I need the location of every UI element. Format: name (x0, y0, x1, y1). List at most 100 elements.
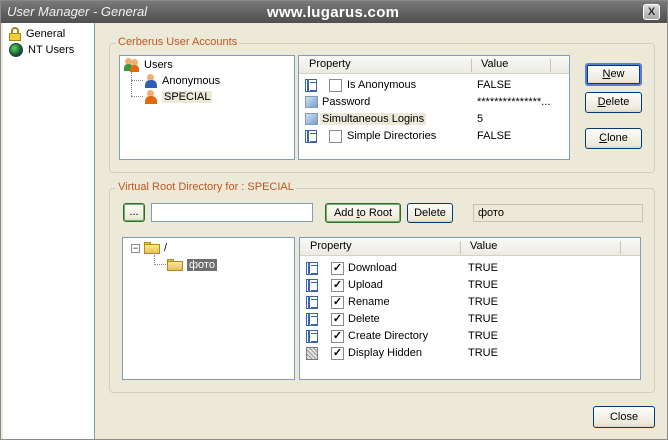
list-icon (305, 130, 317, 143)
grid-row[interactable]: ✓ Rename TRUE (300, 294, 640, 311)
sidebar-item-general[interactable]: General (9, 26, 65, 42)
property-value: TRUE (468, 347, 498, 359)
shaded-icon (306, 347, 318, 360)
grid-row[interactable]: Simultaneous Logins 5 (299, 111, 569, 128)
button-label: elete (605, 96, 630, 108)
property-value: TRUE (468, 313, 498, 325)
column-header-value[interactable]: Value (470, 240, 497, 252)
tree-item-users[interactable]: Users (124, 57, 173, 73)
globe-icon (9, 43, 23, 57)
users-tree[interactable]: Users Anonymous SPECIAL (119, 55, 295, 160)
property-name: Password (322, 96, 371, 108)
new-button[interactable]: New (585, 63, 642, 86)
browse-button[interactable]: ... (123, 203, 145, 222)
simple-directories-checkbox[interactable] (329, 130, 342, 143)
tree-item-special[interactable]: SPECIAL (144, 89, 213, 105)
property-name: Display Hidden (348, 347, 422, 359)
folder-icon (144, 242, 160, 254)
grid-row[interactable]: Password ***************... (299, 94, 569, 111)
delete-checkbox[interactable]: ✓ (331, 313, 344, 326)
button-label: lone (607, 132, 628, 144)
button-mnemonic: D (597, 96, 606, 108)
create-directory-checkbox[interactable]: ✓ (331, 330, 344, 343)
path-input[interactable] (151, 203, 313, 222)
grid-header: Property Value (299, 56, 569, 74)
button-mnemonic: C (599, 132, 608, 144)
tree-item-foto[interactable]: фото (167, 257, 217, 273)
list-icon (305, 79, 317, 92)
property-name: Is Anonymous (347, 79, 417, 91)
list-icon (306, 313, 318, 326)
list-icon (306, 279, 318, 292)
sidebar-item-nt-users[interactable]: NT Users (9, 42, 74, 58)
button-label: o Root (359, 207, 393, 219)
grid-row[interactable]: ✓ Create Directory TRUE (300, 328, 640, 345)
clone-button[interactable]: Clone (585, 128, 642, 149)
grid-row[interactable]: ✓ Download TRUE (300, 260, 640, 277)
rename-checkbox[interactable]: ✓ (331, 296, 344, 309)
delete-account-button[interactable]: Delete (585, 92, 642, 113)
property-value: 5 (477, 113, 484, 125)
tree-item-root[interactable]: − / (131, 240, 167, 256)
property-name: Rename (348, 296, 390, 308)
display-hidden-checkbox[interactable]: ✓ (331, 347, 344, 360)
sidebar: General NT Users (3, 23, 95, 439)
virtual-root-group-label: Virtual Root Directory for : SPECIAL (116, 181, 296, 193)
is-anonymous-checkbox[interactable] (329, 79, 342, 92)
property-name: Simultaneous Logins (320, 113, 427, 125)
tree-item-label: SPECIAL (162, 91, 213, 103)
watermark-text: www.lugarus.com (267, 4, 400, 21)
title-bar[interactable]: User Manager - General www.lugarus.com X (1, 1, 667, 23)
property-value: TRUE (468, 279, 498, 291)
edit-icon (305, 113, 318, 125)
button-label: ew (610, 68, 625, 80)
column-header-value[interactable]: Value (481, 58, 508, 70)
collapse-icon[interactable]: − (131, 243, 140, 253)
download-checkbox[interactable]: ✓ (331, 262, 344, 275)
users-icon (124, 58, 140, 72)
property-value: FALSE (477, 79, 512, 91)
upload-checkbox[interactable]: ✓ (331, 279, 344, 292)
property-value: ***************... (477, 96, 551, 108)
list-icon (306, 262, 318, 275)
folder-icon (167, 259, 183, 271)
column-header-property[interactable]: Property (310, 240, 352, 252)
close-button[interactable]: Close (593, 406, 655, 428)
property-value: TRUE (468, 296, 498, 308)
grid-row[interactable]: Is Anonymous FALSE (299, 77, 569, 94)
tree-item-label: Users (144, 59, 173, 71)
property-name: Create Directory (348, 330, 429, 342)
property-name: Upload (348, 279, 383, 291)
user-icon (144, 74, 158, 88)
sidebar-item-label: General (26, 28, 66, 40)
account-properties-grid[interactable]: Property Value Is Anonymous FALSE Passwo… (298, 55, 570, 160)
delete-root-button[interactable]: Delete (407, 203, 453, 223)
column-header-property[interactable]: Property (309, 58, 351, 70)
user-icon (144, 90, 158, 104)
list-icon (306, 296, 318, 309)
property-name: Download (348, 262, 397, 274)
property-value: FALSE (477, 130, 512, 142)
grid-row[interactable]: ✓ Delete TRUE (300, 311, 640, 328)
property-name: Simple Directories (347, 130, 437, 142)
tree-item-label: / (164, 242, 168, 254)
close-window-button[interactable]: X (643, 4, 660, 20)
close-icon: X (647, 6, 656, 18)
grid-row[interactable]: Simple Directories FALSE (299, 128, 569, 145)
grid-row[interactable]: ✓ Upload TRUE (300, 277, 640, 294)
edit-icon (305, 96, 318, 108)
user-manager-window: User Manager - General www.lugarus.com X… (0, 0, 668, 440)
tree-item-label: Anonymous (162, 75, 221, 87)
directory-tree[interactable]: − / фото (122, 237, 295, 380)
tree-item-label: фото (187, 259, 217, 271)
grid-row[interactable]: ✓ Display Hidden TRUE (300, 345, 640, 362)
property-name: Delete (348, 313, 380, 325)
directory-permissions-grid[interactable]: Property Value ✓ Download TRUE ✓ Upload … (299, 237, 641, 380)
property-value: TRUE (468, 262, 498, 274)
sidebar-item-label: NT Users (28, 44, 75, 56)
tree-item-anonymous[interactable]: Anonymous (144, 73, 220, 89)
lock-icon (9, 27, 21, 41)
selected-directory-field: фото (473, 204, 643, 222)
add-to-root-button[interactable]: Add to Root (325, 203, 401, 223)
list-icon (306, 330, 318, 343)
